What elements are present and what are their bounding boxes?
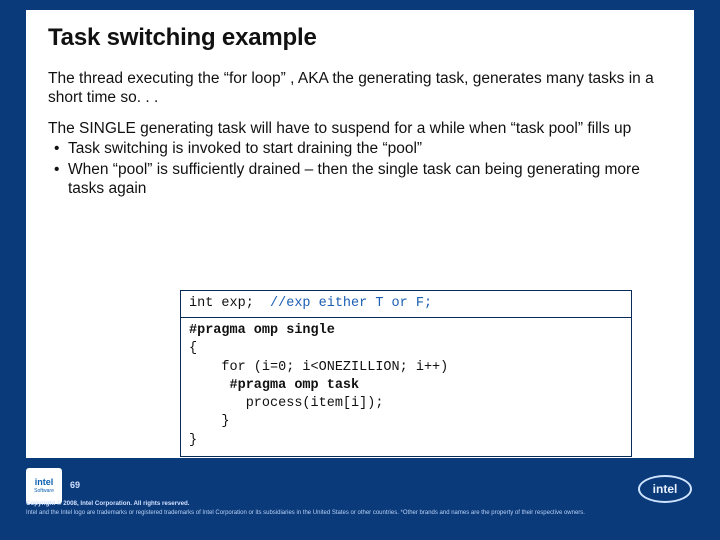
slide: Task switching example The thread execut… [0, 0, 720, 540]
code-decl: int exp; [189, 296, 254, 311]
intel-logo-icon: intel [636, 472, 694, 506]
legal-text: Intel and the Intel logo are trademarks … [26, 510, 694, 517]
code-body: #pragma omp single { for (i=0; i<ONEZILL… [181, 318, 631, 456]
code-brace-close-outer: } [189, 433, 197, 448]
code-brace-close-inner: } [189, 414, 230, 429]
software-word: Software [34, 488, 54, 494]
code-pragma-single: #pragma omp single [189, 323, 335, 338]
bullet-list: Task switching is invoked to start drain… [54, 139, 672, 199]
code-header-line: int exp; //exp either T or F; [181, 291, 631, 318]
intel-word: intel [35, 478, 54, 487]
code-block: int exp; //exp either T or F; #pragma om… [180, 290, 632, 457]
paragraph-2: The SINGLE generating task will have to … [48, 120, 672, 139]
code-for: for (i=0; i<ONEZILLION; i++) [189, 360, 448, 375]
footer: intel Software 69 intel Copyright © 2008… [26, 468, 694, 532]
content-card: Task switching example The thread execut… [26, 10, 694, 458]
paragraph-1: The thread executing the “for loop” , AK… [48, 70, 672, 108]
code-brace-open: { [189, 341, 197, 356]
bullet-item: When “pool” is sufficiently drained – th… [54, 160, 672, 199]
code-call: process(item[i]); [189, 396, 383, 411]
code-pragma-task: #pragma omp task [189, 378, 359, 393]
slide-title: Task switching example [48, 24, 672, 52]
intel-oval: intel [638, 475, 692, 503]
code-comment: //exp either T or F; [270, 296, 432, 311]
bullet-item: Task switching is invoked to start drain… [54, 139, 672, 158]
intel-logo-text: intel [653, 482, 678, 496]
intel-software-badge: intel Software [26, 468, 62, 504]
page-number: 69 [70, 480, 80, 490]
copyright-text: Copyright © 2008, Intel Corporation. All… [26, 500, 190, 508]
